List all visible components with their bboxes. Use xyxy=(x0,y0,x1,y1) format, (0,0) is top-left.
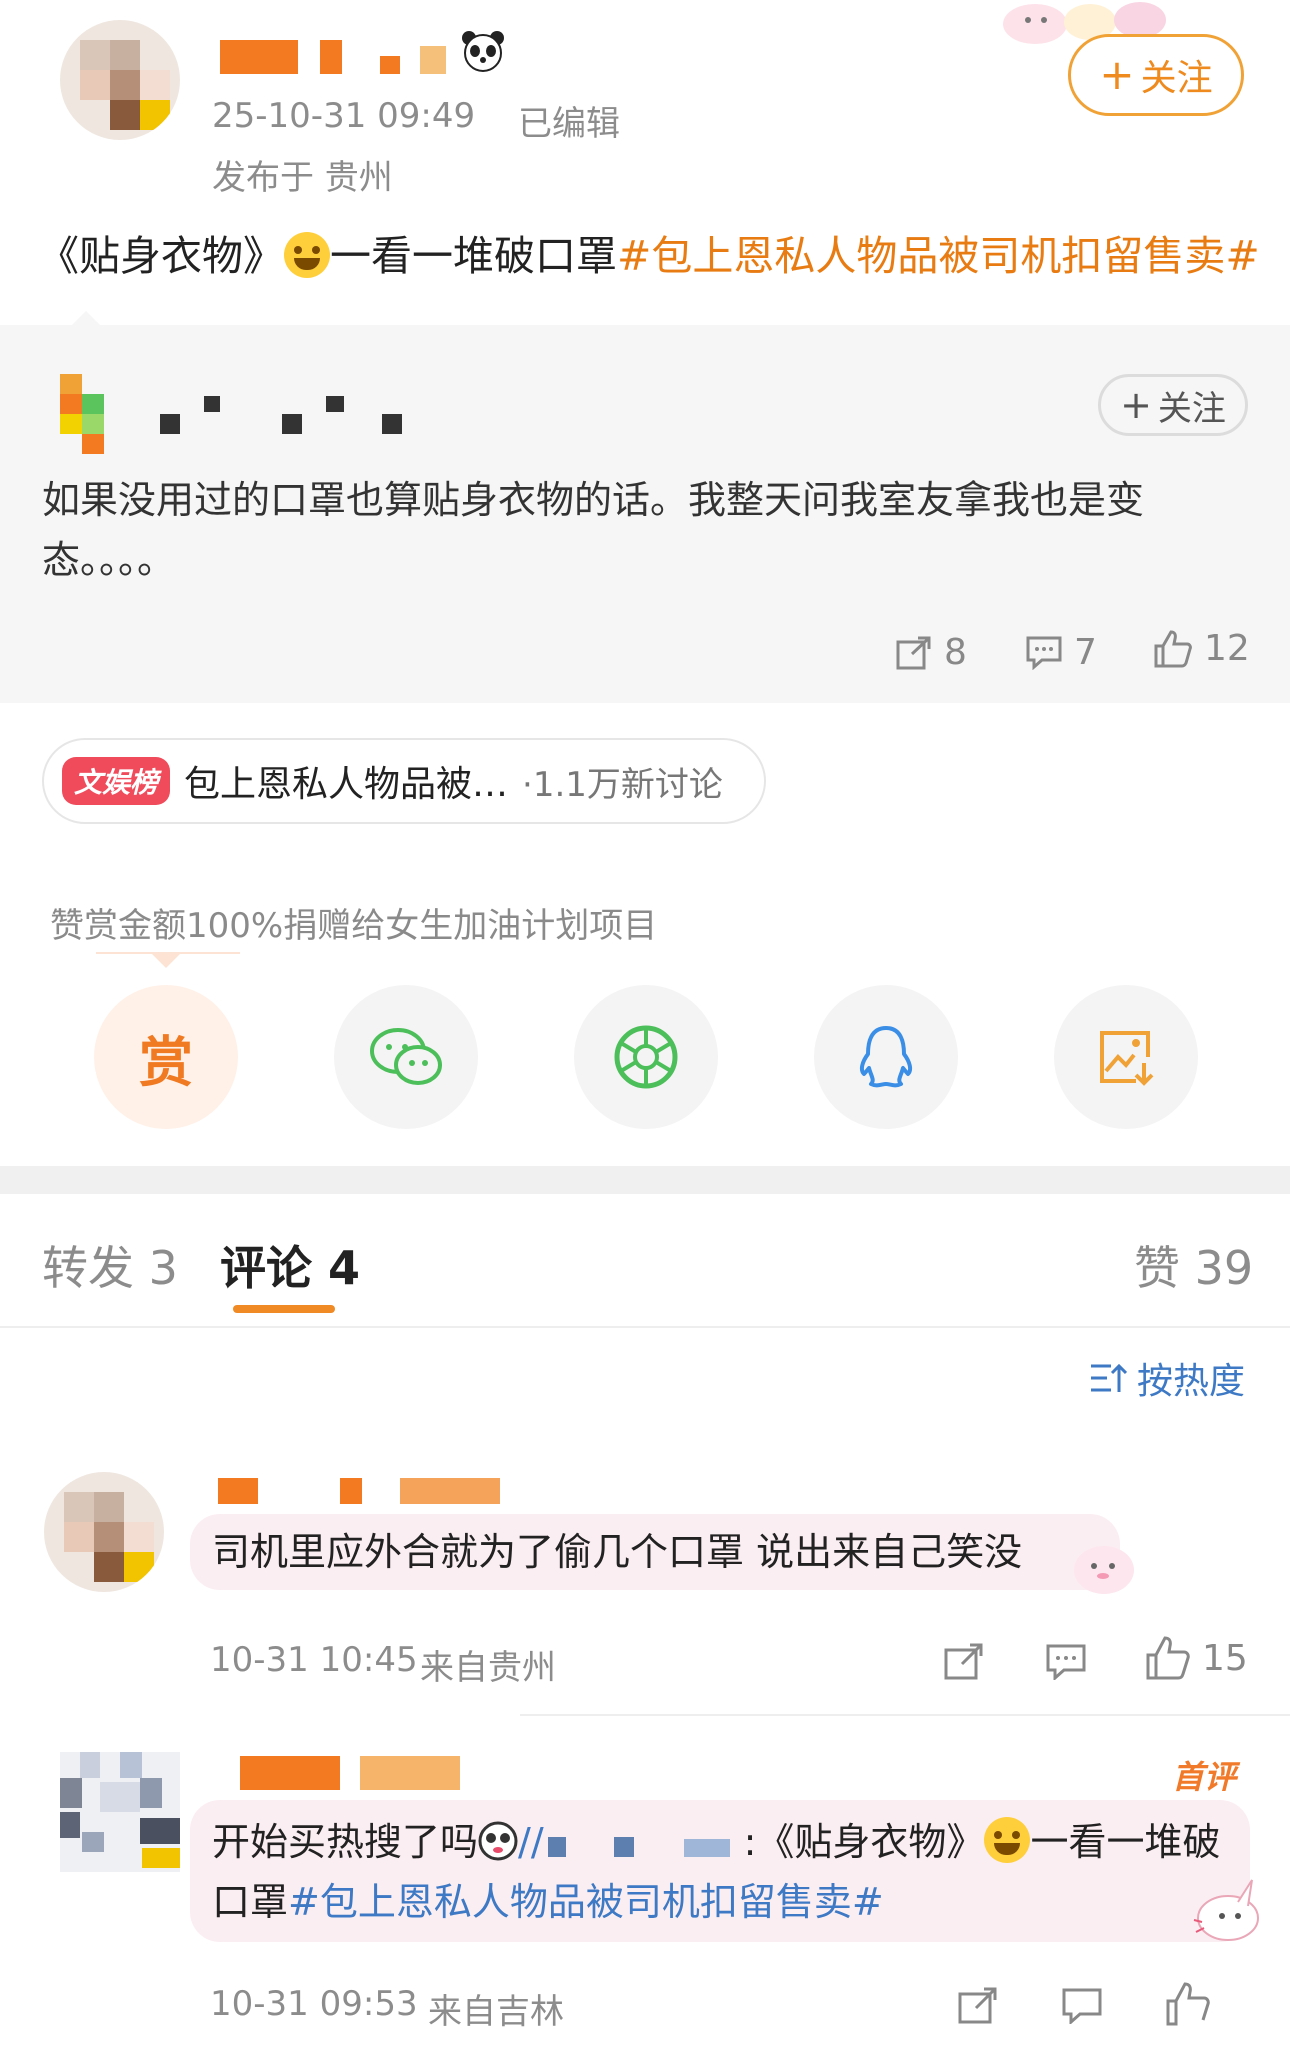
quoted-user-redacted[interactable] xyxy=(544,1829,744,1859)
post-text-part2: 一看一堆破口罩 xyxy=(330,232,617,280)
tab-comments[interactable]: 评论 4 xyxy=(220,1232,360,1298)
author-avatar[interactable] xyxy=(60,20,180,140)
sort-label: 按热度 xyxy=(1136,1361,1245,1402)
share-wechat-button[interactable] xyxy=(334,985,478,1129)
follow-label: 关注 xyxy=(1157,388,1226,429)
reward-note: 赞赏金额100%捐赠给女生加油计划项目 xyxy=(50,906,658,946)
topic-title: 包上恩私人物品被… xyxy=(184,764,509,805)
wechat-icon xyxy=(370,1028,442,1085)
quoted-text-line1: 如果没用过的口罩也算贴身衣物的话。我整天问我室友拿我也是变 xyxy=(42,478,1145,522)
comment-time: 10-31 10:45 xyxy=(210,1640,418,1680)
topic-rank-badge: 文娱榜 xyxy=(62,757,171,805)
quoted-repost-action[interactable]: 8 xyxy=(896,632,967,673)
comment-like-count: 15 xyxy=(1202,1637,1248,1679)
moments-aperture-icon xyxy=(614,1025,678,1089)
bottom-fade xyxy=(960,2036,1290,2059)
comment2-text: 开始买热搜了吗 // :《贴身衣物》 一看一堆破 口罩#包上恩私人物品被司机扣留售卖# xyxy=(212,1812,1220,1932)
post-body: 《贴身衣物》 一看一堆破口罩#包上恩私人物品被司机扣留售卖# xyxy=(38,226,1260,286)
laughing-tears-emoji-icon xyxy=(284,232,330,278)
bubble2-sticker-icon xyxy=(1186,1872,1266,1948)
share-qq-button[interactable] xyxy=(814,985,958,1129)
first-comment-badge: 首评 xyxy=(1172,1758,1237,1796)
comment2-text-e: 口罩 xyxy=(212,1880,289,1924)
topic-discussion-count: ·1.1万新讨论 xyxy=(522,764,723,805)
section-separator xyxy=(0,1166,1290,1194)
reward-pointer-arrow xyxy=(152,954,180,968)
active-tab-indicator xyxy=(233,1305,335,1313)
comment2-source: 来自吉林 xyxy=(428,1992,564,2032)
comment-repost-button[interactable] xyxy=(944,1642,984,1684)
comment2-reply-button[interactable] xyxy=(1062,1988,1102,2028)
quoted-text: 如果没用过的口罩也算贴身衣物的话。我整天问我室友拿我也是变 态。。。。 xyxy=(42,470,1144,590)
save-image-icon xyxy=(1100,1031,1154,1086)
comment-reply-button[interactable] xyxy=(1046,1644,1086,1684)
comment-source: 来自贵州 xyxy=(420,1648,556,1688)
laughing-tears-emoji-icon xyxy=(984,1817,1031,1863)
post-timestamp: 25-10-31 09:49 xyxy=(212,96,476,136)
comment-icon xyxy=(1046,1644,1086,1682)
post-text-part1: 《贴身衣物》 xyxy=(38,232,284,280)
quoted-author-avatar[interactable] xyxy=(60,374,124,454)
quoted-text-line2: 态。。。。 xyxy=(42,538,176,582)
follow-label: 关注 xyxy=(1140,58,1213,99)
thumbs-up-icon xyxy=(1154,629,1192,667)
comment-divider xyxy=(520,1714,1290,1716)
plus-icon: + xyxy=(1099,50,1135,99)
thumbs-up-icon xyxy=(1166,1982,1210,2026)
post-hashtag[interactable]: #包上恩私人物品被司机扣留售卖# xyxy=(617,232,1260,280)
quoted-repost-count: 8 xyxy=(944,632,967,673)
comment2-text-c: :《贴身衣物》 xyxy=(743,1820,985,1864)
repost-icon xyxy=(944,1643,983,1680)
comment2-text-b: // xyxy=(518,1820,544,1864)
trending-topic-pill[interactable]: 文娱榜 包上恩私人物品被… ·1.1万新讨论 xyxy=(42,738,766,824)
save-image-button[interactable] xyxy=(1054,985,1198,1129)
quoted-comment-count: 7 xyxy=(1074,632,1097,673)
commenter-avatar[interactable] xyxy=(44,1472,164,1592)
panda-emoji-icon xyxy=(478,1821,518,1861)
repost-icon xyxy=(896,636,931,669)
post-location: 发布于 贵州 xyxy=(212,158,393,198)
bubble-sticker-icon xyxy=(1066,1536,1142,1606)
plus-icon: + xyxy=(1120,383,1152,427)
commenter2-avatar[interactable] xyxy=(60,1752,180,1872)
reward-button[interactable]: 赏 xyxy=(94,985,238,1129)
comment2-hashtag[interactable]: #包上恩私人物品被司机扣留售卖# xyxy=(288,1880,884,1924)
quoted-like-action[interactable]: 12 xyxy=(1154,628,1250,669)
reward-label: 赏 xyxy=(139,1030,193,1094)
tab-likes[interactable]: 赞 39 xyxy=(1134,1232,1253,1298)
qq-penguin-icon xyxy=(859,1026,913,1088)
quoted-like-count: 12 xyxy=(1204,628,1250,669)
tabs-divider xyxy=(0,1326,1290,1328)
repost-icon xyxy=(958,1987,997,2024)
quoted-comment-action[interactable]: 7 xyxy=(1026,632,1097,673)
comment2-like-button[interactable] xyxy=(1166,1982,1210,2030)
comment2-text-a: 开始买热搜了吗 xyxy=(212,1820,479,1864)
quoted-follow-button[interactable]: + 关注 xyxy=(1098,374,1248,436)
comment2-text-d: 一看一堆破 xyxy=(1030,1820,1221,1864)
comment-text: 司机里应外合就为了偷几个口罩 说出来自己笑没 xyxy=(212,1530,1023,1574)
sort-icon xyxy=(1090,1363,1127,1392)
thumbs-up-icon xyxy=(1146,1636,1190,1680)
tab-reposts[interactable]: 转发 3 xyxy=(42,1232,178,1298)
comment2-repost-button[interactable] xyxy=(958,1986,998,2028)
panda-emoji-icon xyxy=(460,30,506,72)
sort-by-hot-button[interactable]: 按热度 xyxy=(1089,1352,1245,1404)
comment2-time: 10-31 09:53 xyxy=(210,1984,418,2024)
edited-label: 已编辑 xyxy=(518,104,620,144)
quote-pointer xyxy=(70,311,102,327)
comment-icon xyxy=(1026,636,1062,670)
follow-button[interactable]: + 关注 xyxy=(1068,34,1244,116)
share-moments-button[interactable] xyxy=(574,985,718,1129)
comment-like-button[interactable]: 15 xyxy=(1146,1636,1248,1680)
comment-icon xyxy=(1062,1988,1102,2026)
